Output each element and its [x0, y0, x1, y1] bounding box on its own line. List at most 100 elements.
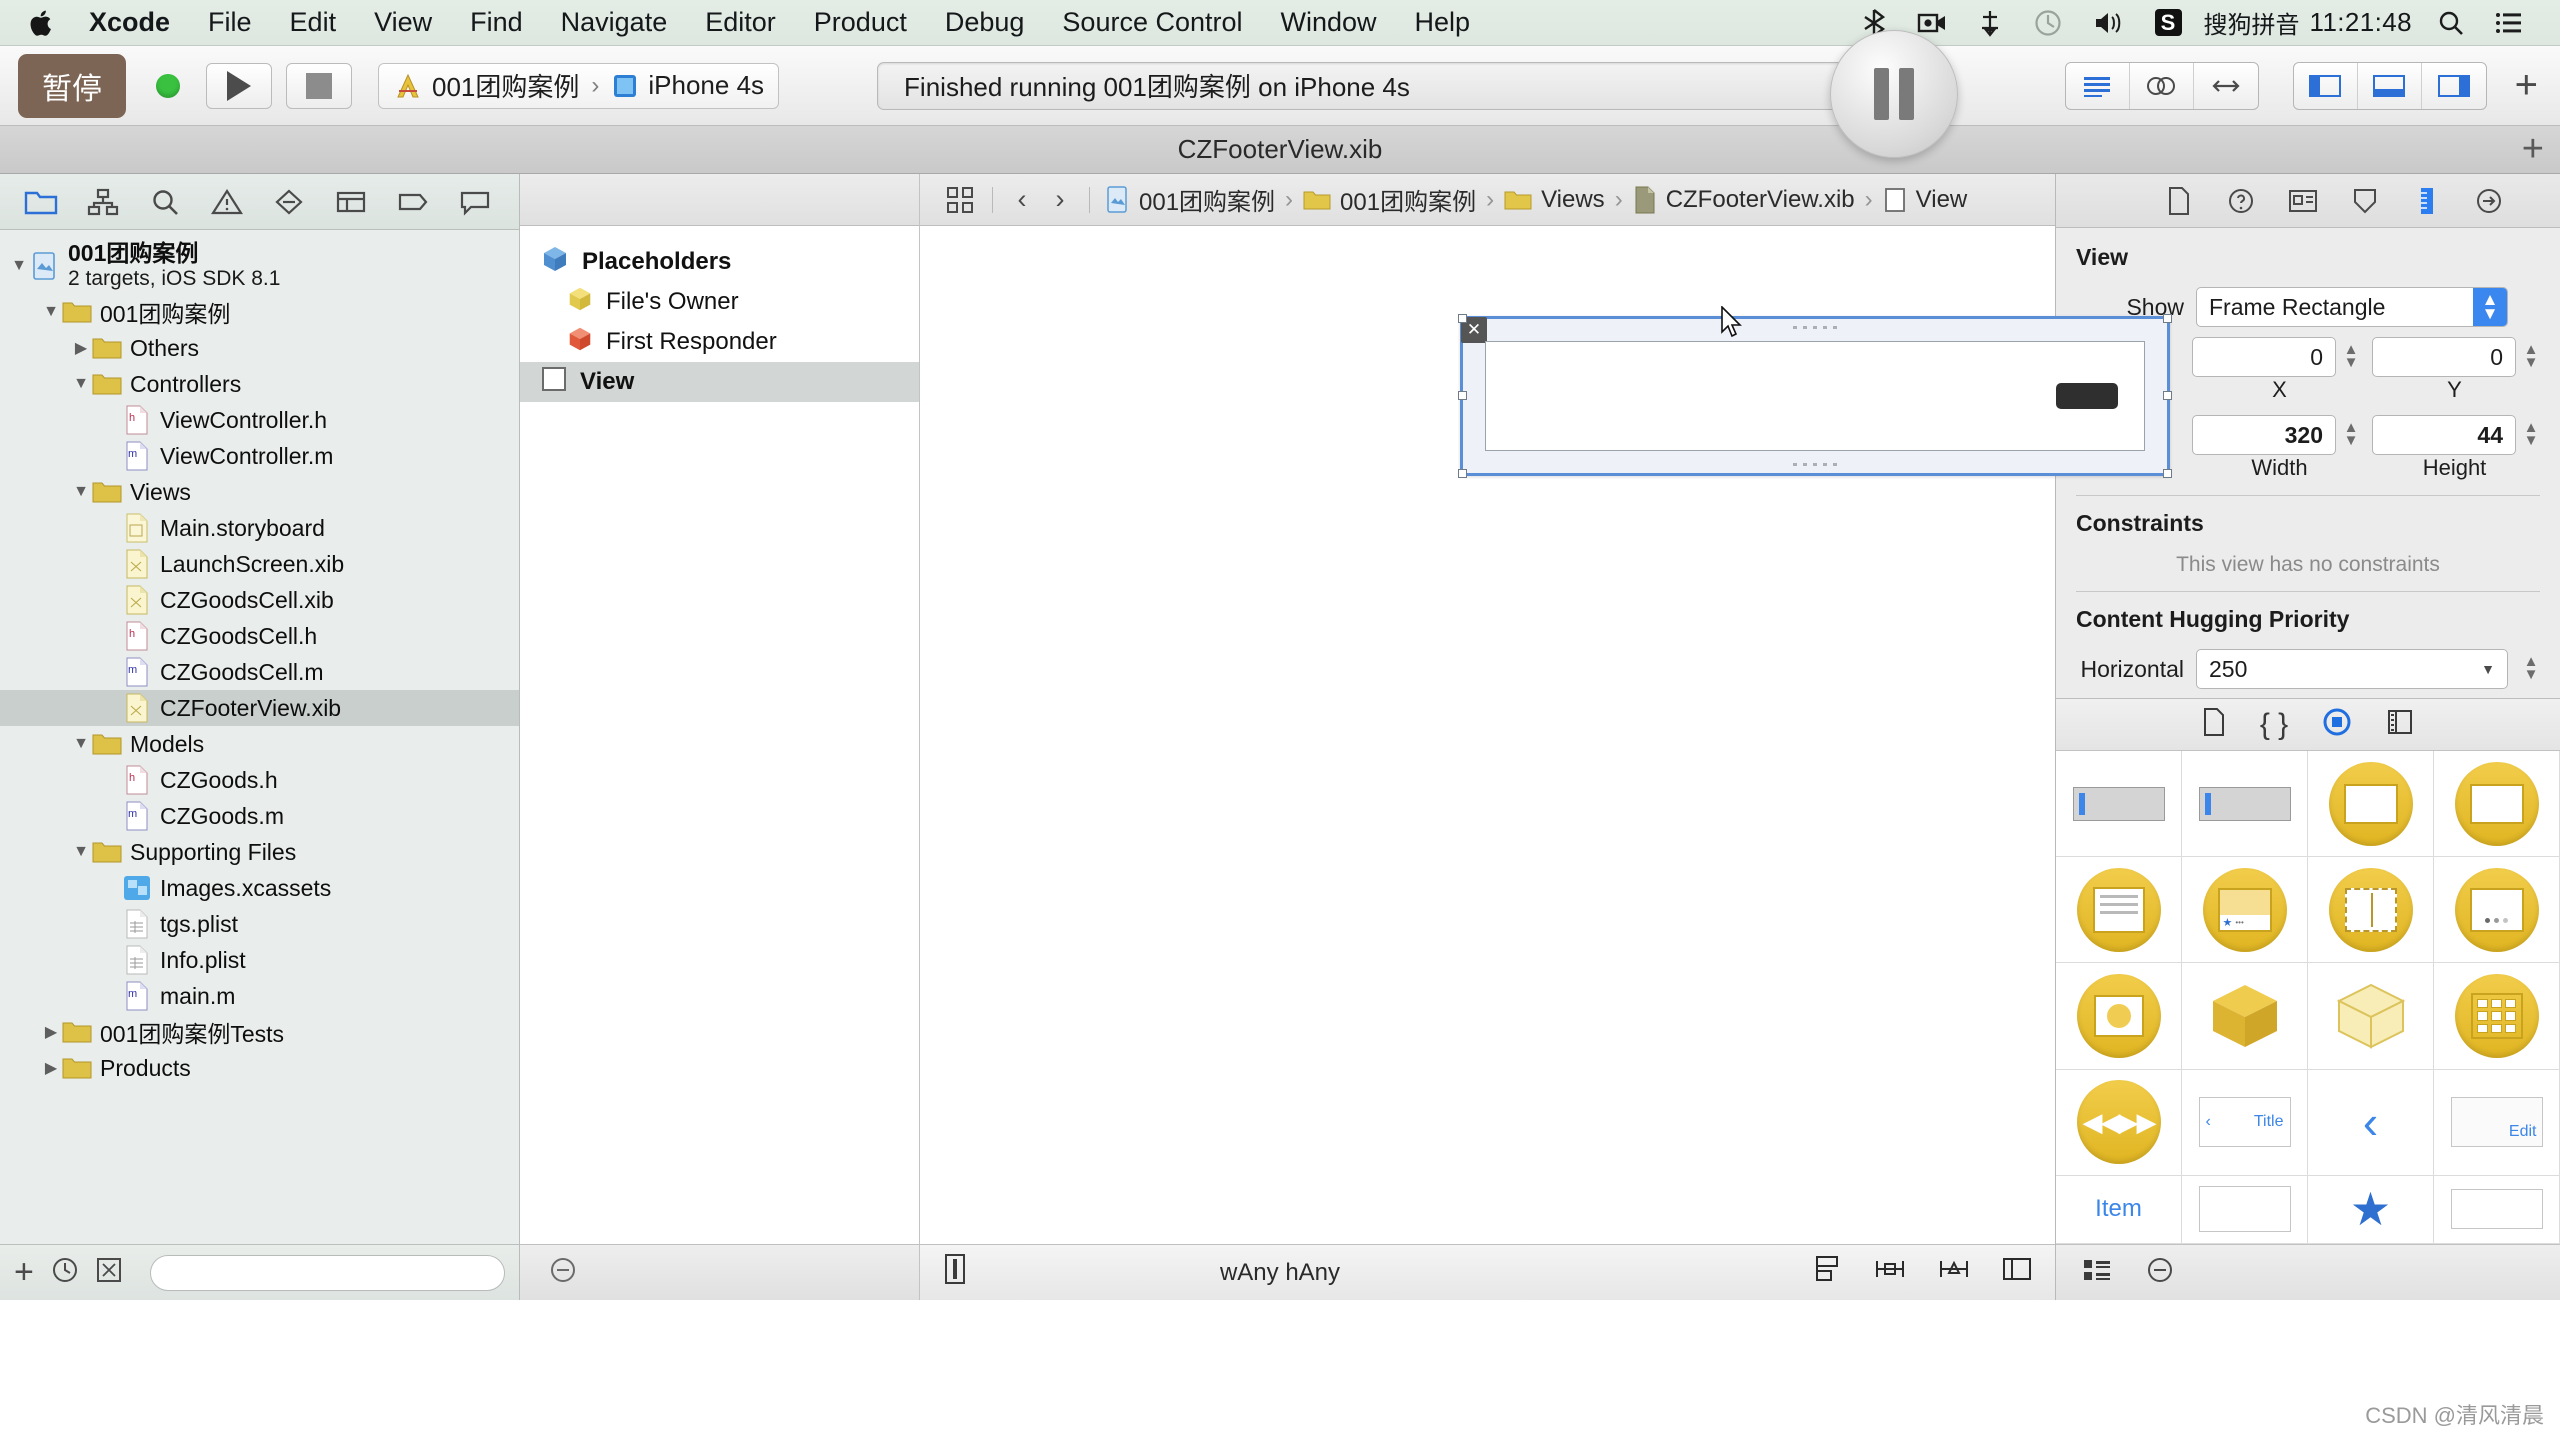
standard-editor-icon[interactable]: [2066, 62, 2130, 109]
related-files-icon[interactable]: [938, 186, 982, 214]
tree-row-project[interactable]: ▼ 001团购案例 2 targets, iOS SDK 8.1: [0, 238, 519, 294]
back-button-object[interactable]: ‹: [2308, 1069, 2434, 1176]
disclosure-triangle-icon[interactable]: ▼: [70, 483, 92, 501]
selected-view-frame[interactable]: ✕: [1458, 314, 2172, 478]
airdrop-icon[interactable]: [1962, 0, 2018, 46]
tree-row-supporting-files[interactable]: ▼ Supporting Files: [0, 834, 519, 870]
stop-button[interactable]: [286, 62, 352, 109]
size-inspector-icon[interactable]: [2396, 174, 2458, 228]
disclosure-triangle-icon[interactable]: ▼: [40, 303, 62, 321]
pin-icon[interactable]: [1873, 1254, 1907, 1291]
tree-row-main-storyboard[interactable]: Main.storyboard: [0, 510, 519, 546]
menu-item-navigate[interactable]: Navigate: [542, 0, 687, 46]
issue-navigator-icon[interactable]: [196, 174, 258, 230]
source-control-icon[interactable]: [96, 1257, 122, 1288]
handle-bottom-right[interactable]: [2163, 469, 2172, 478]
version-editor-icon[interactable]: [2194, 63, 2258, 109]
resolve-issues-icon[interactable]: [1937, 1254, 1971, 1291]
page-control-object[interactable]: [2434, 857, 2560, 964]
breadcrumb-view[interactable]: View: [1877, 186, 1974, 214]
add-file-button[interactable]: +: [14, 1253, 34, 1292]
tree-row-czgoodscell-h[interactable]: h CZGoodsCell.h: [0, 618, 519, 654]
text-field-object[interactable]: [2056, 751, 2182, 858]
outline-toggle-icon[interactable]: [548, 1255, 578, 1290]
attributes-inspector-icon[interactable]: [2334, 174, 2396, 228]
report-navigator-icon[interactable]: [444, 174, 506, 230]
test-navigator-icon[interactable]: [258, 174, 320, 230]
library-filter-icon[interactable]: [2146, 1256, 2174, 1289]
tree-row-viewcontroller-m[interactable]: m ViewController.m: [0, 438, 519, 474]
align-icon[interactable]: [1811, 1254, 1843, 1291]
breadcrumb-file[interactable]: CZFooterView.xib: [1627, 186, 1861, 214]
hide-debug-area-icon[interactable]: [2358, 62, 2422, 109]
notification-center-icon[interactable]: [2480, 0, 2538, 46]
menu-item-source-control[interactable]: Source Control: [1043, 0, 1261, 46]
hide-utilities-icon[interactable]: [2422, 63, 2486, 109]
player-controls-object[interactable]: ◀◀▶▶: [2056, 1069, 2182, 1176]
breadcrumb-project[interactable]: 001团购案例: [1100, 182, 1281, 217]
menu-item-editor[interactable]: Editor: [686, 0, 795, 46]
code-snippet-library-icon[interactable]: { }: [2260, 708, 2288, 742]
external-object-cube[interactable]: [2308, 963, 2434, 1070]
outline-item-placeholders[interactable]: Placeholders: [520, 242, 919, 282]
file-inspector-icon[interactable]: [2148, 174, 2210, 228]
scheme-selector[interactable]: 001团购案例 › iPhone 4s: [378, 62, 780, 109]
menu-item-file[interactable]: File: [189, 0, 271, 46]
horizontal-combo[interactable]: 250 ▼: [2196, 649, 2508, 689]
collection-view-object[interactable]: [2434, 963, 2560, 1070]
outline-item-first-responder[interactable]: First Responder: [520, 322, 919, 362]
tree-row-products[interactable]: ▶ Products: [0, 1050, 519, 1086]
tree-row-images-xcassets[interactable]: Images.xcassets: [0, 870, 519, 906]
library-object-grid[interactable]: ★ ••• ◀◀▶▶ ‹ Title ‹ Edit Item ★: [2056, 751, 2560, 1244]
view-content-area[interactable]: [1485, 341, 2145, 451]
tree-row-models[interactable]: ▼ Models: [0, 726, 519, 762]
device-icon[interactable]: [942, 1253, 968, 1292]
outline-list[interactable]: Placeholders File's Owner First Responde…: [520, 226, 919, 1244]
file-template-library-icon[interactable]: [2202, 708, 2226, 741]
apple-logo-icon[interactable]: [14, 8, 70, 38]
container-view-object[interactable]: [2308, 857, 2434, 964]
ime-label[interactable]: 搜狗拼音: [2197, 5, 2300, 40]
object-cube[interactable]: [2182, 963, 2308, 1070]
menu-item-find[interactable]: Find: [451, 0, 542, 46]
width-stepper[interactable]: ▲ ▼: [2340, 415, 2362, 455]
image-view-object[interactable]: [2056, 963, 2182, 1070]
clock-icon[interactable]: [52, 1257, 78, 1288]
disclosure-triangle-icon[interactable]: ▶: [70, 338, 92, 358]
run-button[interactable]: [206, 62, 272, 109]
disclosure-triangle-icon[interactable]: ▼: [70, 375, 92, 393]
x-stepper[interactable]: ▲ ▼: [2340, 337, 2362, 377]
outline-item-files-owner[interactable]: File's Owner: [520, 282, 919, 322]
quick-help-icon[interactable]: [2210, 174, 2272, 228]
tree-row-001-tests[interactable]: ▶ 001团购案例Tests: [0, 1014, 519, 1050]
banner-view-object[interactable]: ★ •••: [2182, 857, 2308, 964]
interface-builder-canvas[interactable]: ✕: [920, 226, 2172, 1244]
tab-czfooterview-xib[interactable]: CZFooterView.xib: [1178, 134, 1383, 165]
tree-row-controllers[interactable]: ▼ Controllers: [0, 366, 519, 402]
library-list-view-icon[interactable]: [2082, 1257, 2112, 1288]
edit-bar-button-object[interactable]: Edit: [2434, 1069, 2560, 1176]
menu-item-debug[interactable]: Debug: [926, 0, 1044, 46]
outline-item-view[interactable]: View: [520, 362, 919, 402]
menu-item-edit[interactable]: Edit: [271, 0, 356, 46]
project-navigator-tree[interactable]: ▼ 001团购案例 2 targets, iOS SDK 8.1 ▼ 001团购案…: [0, 230, 519, 1244]
identity-inspector-icon[interactable]: [2272, 174, 2334, 228]
breadcrumb-group[interactable]: 001团购案例: [1297, 182, 1482, 217]
menu-clock[interactable]: 11:21:48: [2300, 7, 2422, 38]
picker-object[interactable]: [2434, 751, 2560, 858]
resize-grip-top[interactable]: [1793, 326, 1837, 329]
handle-bottom-left[interactable]: [1458, 469, 1467, 478]
resize-behaviour-icon[interactable]: [2001, 1254, 2033, 1291]
footer-button-placeholder[interactable]: [2056, 383, 2118, 409]
volume-icon[interactable]: [2078, 0, 2140, 46]
text-view-lines-object[interactable]: [2056, 857, 2182, 964]
tree-row-czgoodscell-m[interactable]: m CZGoodsCell.m: [0, 654, 519, 690]
connections-inspector-icon[interactable]: [2458, 174, 2520, 228]
y-stepper[interactable]: ▲ ▼: [2520, 337, 2542, 377]
object-library-icon[interactable]: [2322, 707, 2352, 742]
media-library-icon[interactable]: [2386, 708, 2414, 741]
plain-view-object[interactable]: [2434, 1175, 2560, 1244]
tree-row-czgoodscell-xib[interactable]: CZGoodsCell.xib: [0, 582, 519, 618]
x-field[interactable]: 0: [2192, 337, 2336, 377]
disclosure-triangle-down-icon[interactable]: ▼: [8, 257, 30, 275]
